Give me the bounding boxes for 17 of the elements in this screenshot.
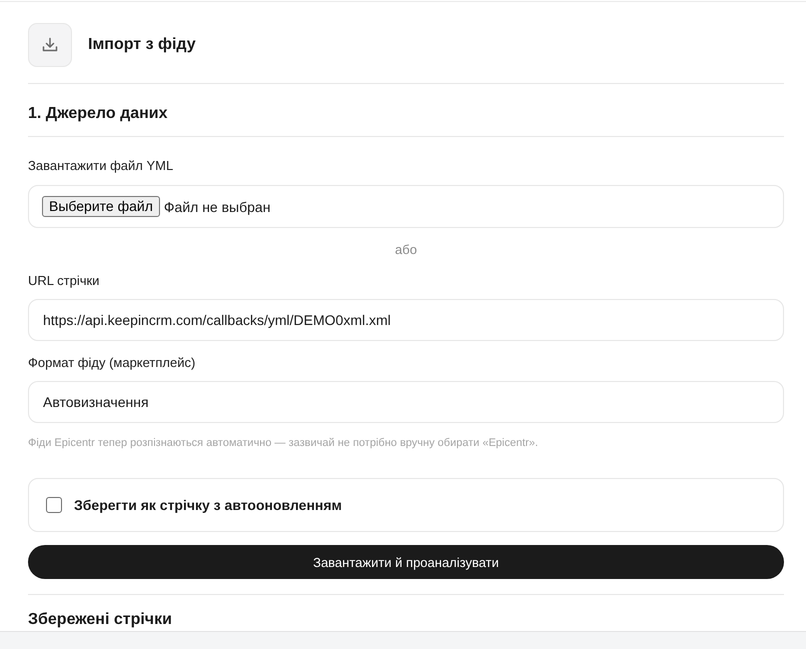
file-upload-field[interactable]: Выберите файл Файл не выбран bbox=[28, 185, 784, 228]
choose-file-button[interactable]: Выберите файл bbox=[42, 196, 160, 217]
field-label: URL стрічки bbox=[28, 272, 100, 290]
download-icon bbox=[28, 23, 72, 67]
hint-text: Фіди Epicentr тепер розпізнаються автоматично — зазвичай не потрібно вручну обирати «Epicentr». bbox=[28, 436, 540, 450]
field-label: Завантажити файл YML bbox=[28, 157, 174, 175]
checkbox-label: Зберегти як стрічку з автооновленням bbox=[74, 497, 342, 513]
field-label: Формат фіду (маркетплейс) bbox=[28, 354, 196, 372]
format-select[interactable]: Автовизначення bbox=[28, 381, 784, 423]
checkbox[interactable] bbox=[46, 497, 62, 513]
url-input[interactable]: https://api.keepincrm.com/callbacks/yml/DEMO0xml.xml bbox=[28, 299, 784, 341]
section-heading: Збережені стрічки bbox=[28, 611, 173, 629]
file-status-text: Файл не выбран bbox=[164, 198, 270, 214]
section-heading: 1. Джерело даних bbox=[28, 104, 169, 124]
submit-button[interactable]: Завантажити й проаналізувати bbox=[28, 545, 784, 579]
separator-text: або bbox=[394, 241, 418, 259]
page-title: Імпорт з фіду bbox=[88, 35, 196, 55]
